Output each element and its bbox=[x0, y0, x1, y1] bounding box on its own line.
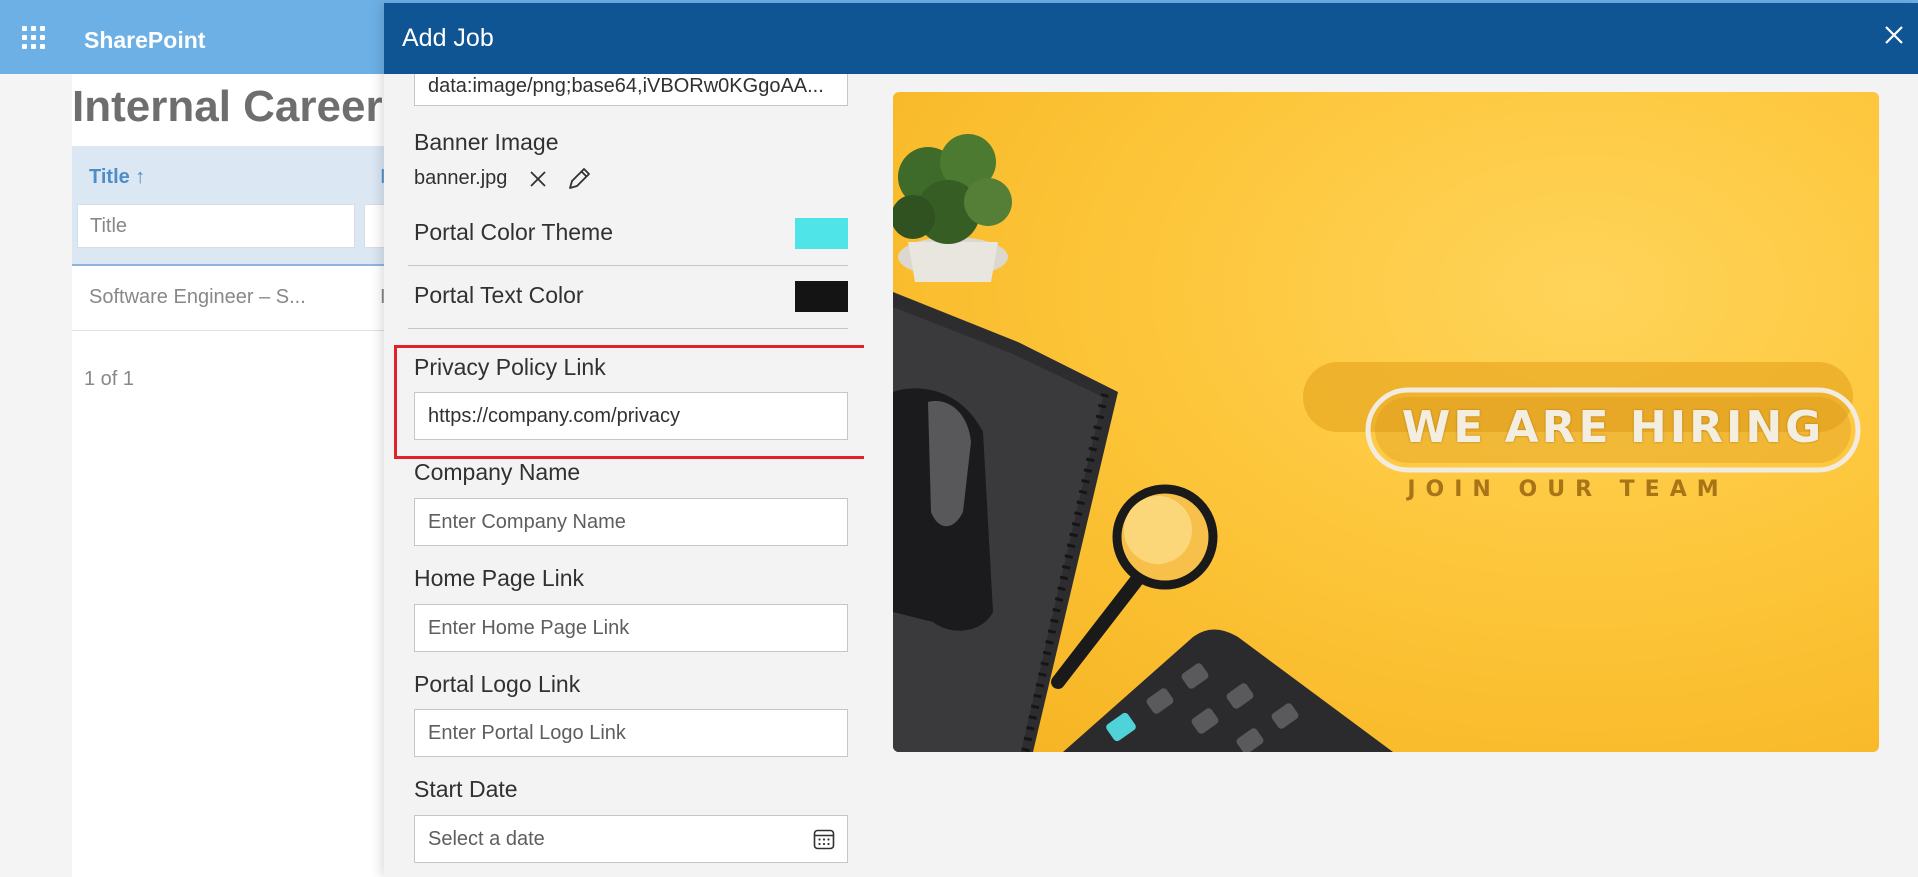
portal-color-theme-swatch[interactable] bbox=[795, 218, 848, 249]
close-icon bbox=[530, 171, 546, 187]
title-filter-input[interactable]: Title bbox=[77, 204, 355, 248]
banner-image-label: Banner Image bbox=[414, 129, 559, 155]
start-date-placeholder: Select a date bbox=[428, 828, 545, 850]
logo-data-field[interactable]: data:image/png;base64,iVBORw0KGgoAA... bbox=[414, 74, 848, 106]
banner-file-name: banner.jpg bbox=[414, 167, 508, 189]
start-date-label: Start Date bbox=[414, 776, 518, 802]
job-form: data:image/png;base64,iVBORw0KGgoAA... B… bbox=[384, 74, 864, 877]
plant-icon bbox=[893, 134, 1012, 282]
banner-preview-image: WE ARE HIRING JOIN OUR TEAM bbox=[893, 92, 1879, 752]
column-header-title[interactable]: Title ↑ bbox=[89, 166, 145, 189]
portal-text-color-row: Portal Text Color bbox=[408, 266, 848, 329]
portal-text-color-label: Portal Text Color bbox=[414, 282, 584, 308]
edit-banner-button[interactable] bbox=[565, 165, 593, 193]
portal-color-theme-row: Portal Color Theme bbox=[408, 203, 848, 266]
company-name-input[interactable]: Enter Company Name bbox=[414, 498, 848, 546]
notebook-icon bbox=[893, 292, 1118, 752]
pager: 1 of 1 bbox=[84, 368, 135, 390]
add-job-panel: Add Job data:image/png;base64,iVBORw0KGg… bbox=[384, 3, 1918, 877]
app-name[interactable]: SharePoint bbox=[84, 27, 205, 54]
remove-banner-button[interactable] bbox=[524, 165, 552, 193]
row-title[interactable]: Software Engineer – S... bbox=[89, 286, 306, 309]
company-name-label: Company Name bbox=[414, 459, 581, 485]
home-page-link-input[interactable]: Enter Home Page Link bbox=[414, 604, 848, 652]
panel-header: Add Job bbox=[384, 3, 1918, 74]
page-title: Internal Career P bbox=[72, 82, 425, 131]
start-date-picker[interactable]: Select a date bbox=[414, 815, 848, 863]
portal-color-theme-label: Portal Color Theme bbox=[414, 219, 613, 245]
home-page-link-label: Home Page Link bbox=[414, 565, 585, 591]
calculator-icon bbox=[1063, 629, 1393, 752]
portal-logo-link-input[interactable]: Enter Portal Logo Link bbox=[414, 709, 848, 757]
privacy-policy-link-input[interactable]: https://company.com/privacy bbox=[414, 392, 848, 440]
banner-headline: WE ARE HIRING bbox=[1401, 402, 1825, 453]
close-icon bbox=[1885, 26, 1903, 44]
banner-subline: JOIN OUR TEAM bbox=[1407, 477, 1729, 502]
app-launcher-icon[interactable] bbox=[22, 26, 46, 50]
panel-title: Add Job bbox=[402, 24, 494, 52]
portal-text-color-swatch[interactable] bbox=[795, 281, 848, 312]
portal-logo-link-label: Portal Logo Link bbox=[414, 671, 581, 697]
close-button[interactable] bbox=[1876, 17, 1912, 53]
privacy-policy-link-label: Privacy Policy Link bbox=[414, 354, 606, 380]
pencil-icon bbox=[569, 168, 590, 189]
